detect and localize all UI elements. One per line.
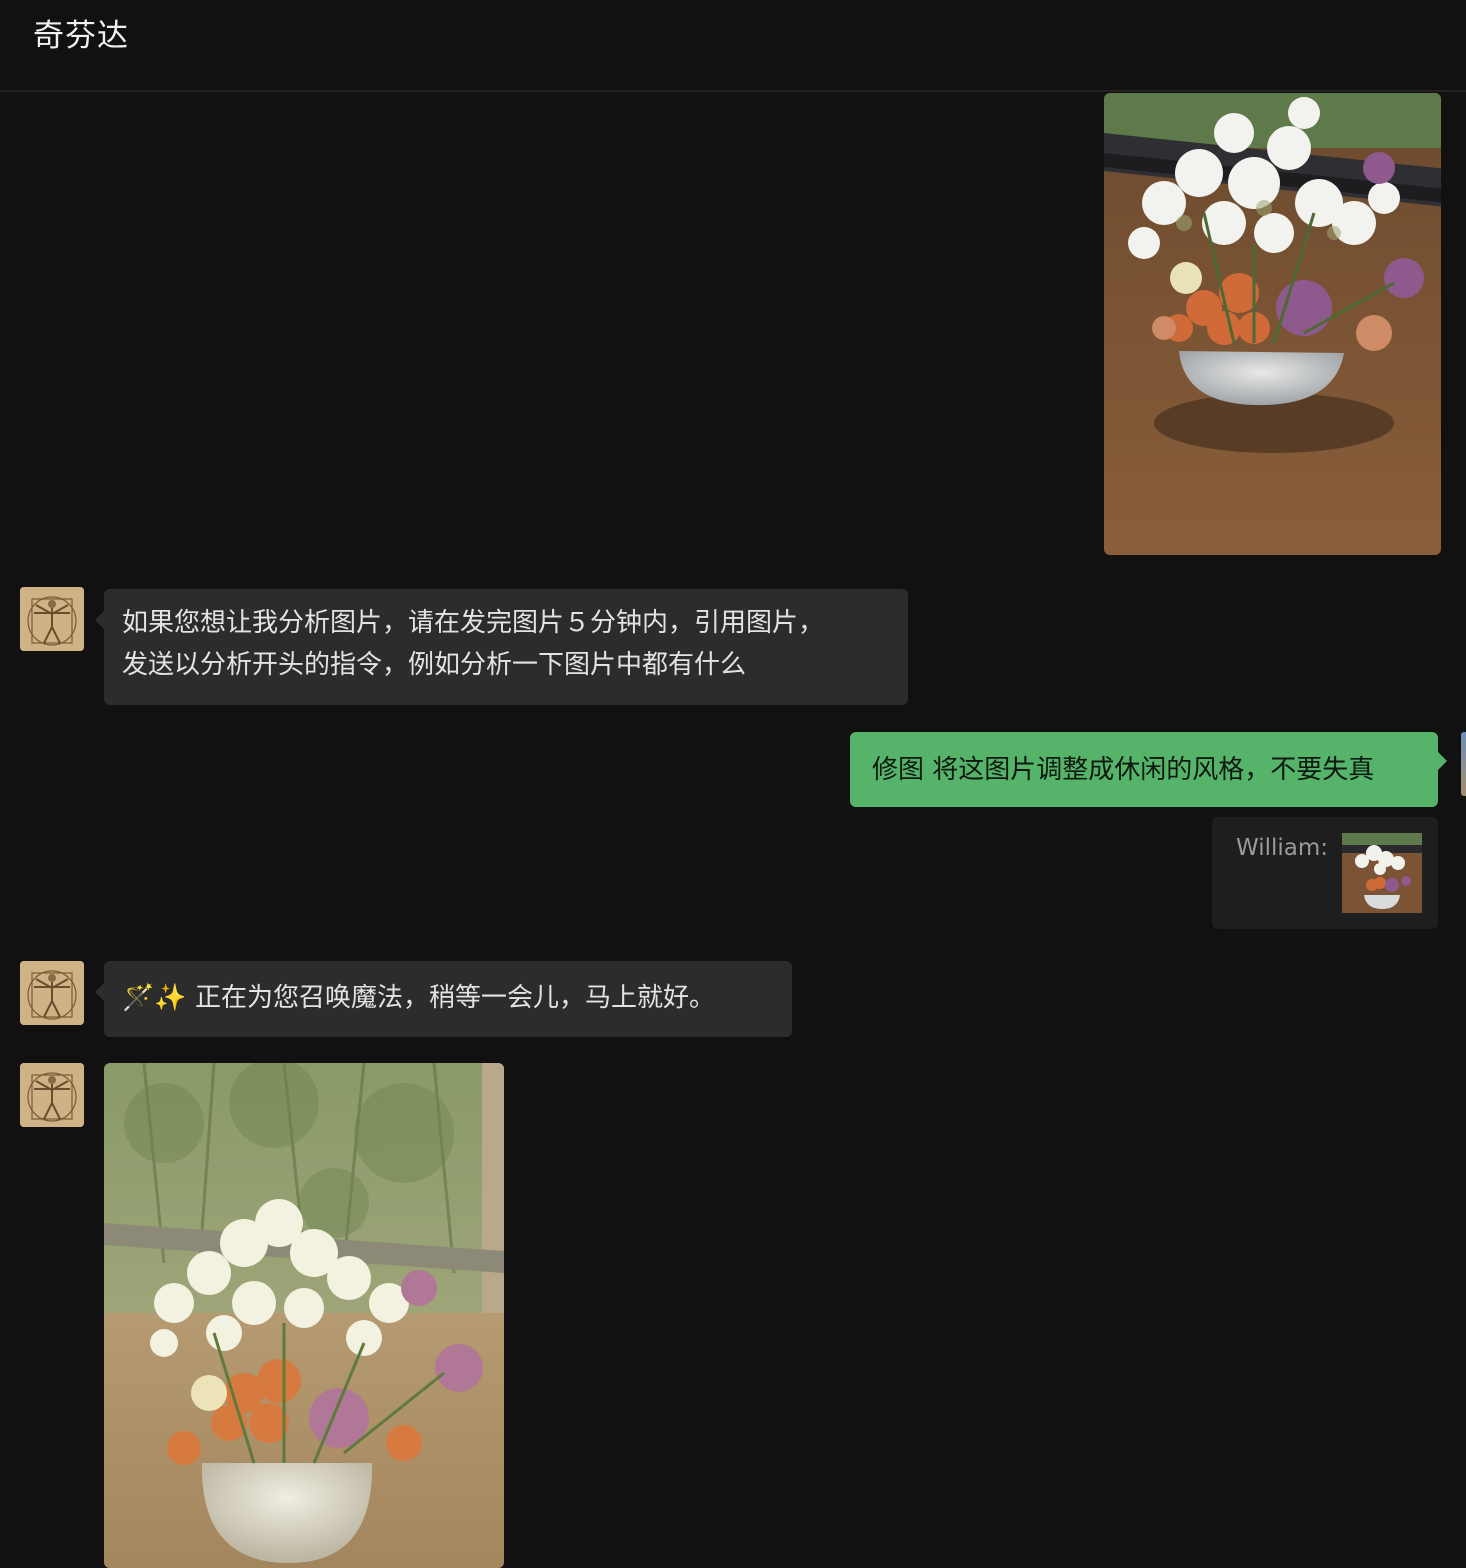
chat-window: 奇芬达 如果您想让我分析图片，请在发完图片５分钟内，引用图片， 发送以分析开头的…: [0, 0, 1466, 1568]
bot-status-text: 🪄✨ 正在为您召唤魔法，稍等一会儿，马上就好。: [122, 983, 716, 1013]
quoted-flower-thumbnail: [1342, 833, 1422, 913]
bot-message-line-1: 如果您想让我分析图片，请在发完图片５分钟内，引用图片，: [122, 608, 825, 638]
user-message-text: 修图 将这图片调整成休闲的风格，不要失真: [872, 755, 1375, 785]
bot-avatar[interactable]: [20, 1063, 84, 1127]
bot-avatar[interactable]: [20, 961, 84, 1025]
message-list[interactable]: 如果您想让我分析图片，请在发完图片５分钟内，引用图片， 发送以分析开头的指令，例…: [0, 93, 1466, 1568]
vitruvian-man-avatar-icon: [20, 1063, 84, 1127]
bot-avatar[interactable]: [20, 587, 84, 651]
bot-message-line-2: 发送以分析开头的指令，例如分析一下图片中都有什么: [122, 650, 747, 680]
bot-edited-image[interactable]: [104, 1063, 504, 1568]
user-avatar[interactable]: [1461, 732, 1466, 796]
vitruvian-man-avatar-icon: [20, 587, 84, 651]
chat-header: 奇芬达: [0, 0, 1466, 92]
original-flower-photo: [1104, 93, 1441, 555]
bot-status-bubble[interactable]: 🪄✨ 正在为您召唤魔法，稍等一会儿，马上就好。: [95, 961, 792, 1037]
vitruvian-man-avatar-icon: [20, 961, 84, 1025]
user-message-bubble[interactable]: 修图 将这图片调整成休闲的风格，不要失真: [850, 732, 1447, 807]
quoted-message[interactable]: William:: [1212, 817, 1438, 929]
user-sent-image[interactable]: [1104, 93, 1441, 555]
bot-message-bubble[interactable]: 如果您想让我分析图片，请在发完图片５分钟内，引用图片， 发送以分析开头的指令，例…: [95, 589, 908, 705]
edited-flower-photo: [104, 1063, 504, 1568]
quote-sender-name: William:: [1236, 835, 1329, 861]
quote-thumbnail[interactable]: [1342, 833, 1422, 913]
chat-title: 奇芬达: [33, 18, 129, 54]
